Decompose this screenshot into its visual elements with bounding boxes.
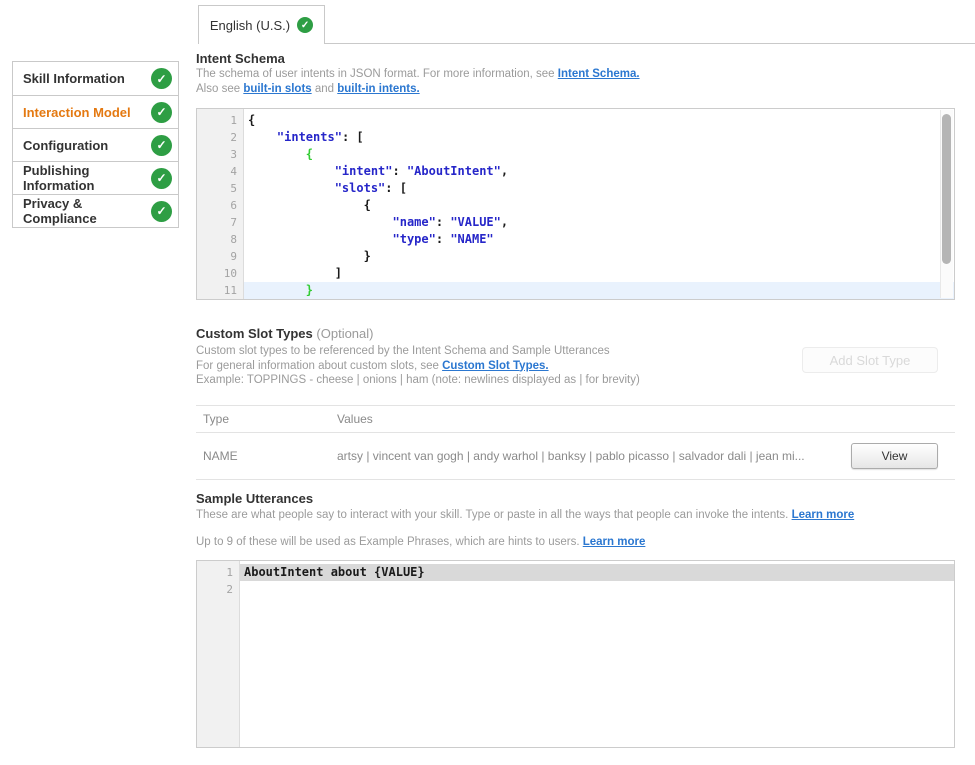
slot-type-cell: NAME	[196, 449, 337, 463]
intent-desc2-pre: Also see	[196, 83, 243, 95]
code-text: AboutIntent about {VALUE}	[240, 564, 954, 581]
code-line: 8 "type": "NAME"	[197, 231, 954, 248]
line-number: 2	[197, 129, 244, 146]
check-icon: ✓	[151, 102, 172, 123]
learn-more-link-1[interactable]: Learn more	[792, 509, 855, 521]
code-line: 5 "slots": [	[197, 180, 954, 197]
sample-utterances-title: Sample Utterances	[196, 491, 313, 506]
code-text: "slots": [	[244, 180, 954, 197]
code-text: "name": "VALUE",	[244, 214, 954, 231]
code-line: 2 "intents": [	[197, 129, 954, 146]
example-phrases-note: Up to 9 of these will be used as Example…	[196, 535, 645, 550]
line-number: 10	[197, 265, 244, 282]
code-line: 3 {	[197, 146, 954, 163]
sidebar-item-label: Privacy & Compliance	[23, 196, 151, 226]
line-number: 3	[197, 146, 244, 163]
intent-schema-title: Intent Schema	[196, 51, 285, 66]
sidebar-item-skill-information[interactable]: Skill Information ✓	[13, 62, 178, 95]
code-line: 2	[197, 581, 954, 598]
intent-desc2-mid: and	[312, 83, 338, 95]
sidebar-item-label: Configuration	[23, 138, 108, 153]
code-text: ]	[244, 265, 954, 282]
code-text: {	[244, 112, 954, 129]
editor-scrollbar[interactable]	[940, 110, 953, 298]
code-text: "intent": "AboutIntent",	[244, 163, 954, 180]
slot-table-body: NAMEartsy | vincent van gogh | andy warh…	[196, 433, 955, 480]
code-text: {	[244, 197, 954, 214]
tab-label: English (U.S.)	[210, 18, 290, 33]
custom-slot-types-description: Custom slot types to be referenced by th…	[196, 344, 640, 388]
line-number: 1	[197, 564, 240, 581]
line-number: 5	[197, 180, 244, 197]
line-number: 1	[197, 112, 244, 129]
sidebar-item-interaction-model[interactable]: Interaction Model ✓	[13, 95, 178, 128]
intent-schema-editor[interactable]: 1{2 "intents": [3 {4 "intent": "AboutInt…	[196, 108, 955, 300]
check-icon: ✓	[151, 68, 172, 89]
line-number: 11	[197, 282, 244, 299]
intent-schema-description: The schema of user intents in JSON forma…	[196, 67, 640, 96]
slot-table-header: Type Values	[196, 405, 955, 433]
intent-schema-link[interactable]: Intent Schema.	[558, 68, 640, 80]
sidebar-item-publishing-information[interactable]: Publishing Information✓	[13, 161, 178, 194]
built-in-slots-link[interactable]: built-in slots	[243, 83, 311, 95]
code-line: 11 }	[197, 282, 954, 299]
line-number: 8	[197, 231, 244, 248]
code-text: {	[244, 146, 954, 163]
sidebar: Skill Information✓Interaction Model✓Conf…	[12, 61, 179, 228]
line-number: 6	[197, 197, 244, 214]
code-line: 9 }	[197, 248, 954, 265]
line-number: 4	[197, 163, 244, 180]
sidebar-item-label: Interaction Model	[23, 105, 131, 120]
code-line: 6 {	[197, 197, 954, 214]
check-icon: ✓	[297, 17, 313, 33]
add-slot-type-button[interactable]: Add Slot Type	[802, 347, 938, 373]
sample-desc1-text: These are what people say to interact wi…	[196, 509, 792, 521]
scrollbar-thumb[interactable]	[942, 114, 951, 264]
custom-slot-types-link[interactable]: Custom Slot Types.	[442, 360, 549, 372]
built-in-intents-link[interactable]: built-in intents.	[337, 83, 419, 95]
code-text: "type": "NAME"	[244, 231, 954, 248]
line-number: 2	[197, 581, 240, 598]
custom-slot-types-title: Custom Slot Types (Optional)	[196, 326, 373, 341]
sidebar-item-label: Publishing Information	[23, 163, 151, 193]
sample-utterances-editor[interactable]: 1AboutIntent about {VALUE}2	[196, 560, 955, 748]
header-values: Values	[337, 412, 955, 426]
optional-label: (Optional)	[316, 326, 373, 341]
check-icon: ✓	[151, 201, 172, 222]
custom-desc-line1: Custom slot types to be referenced by th…	[196, 344, 640, 359]
sample-utterances-code: 1AboutIntent about {VALUE}2	[197, 561, 954, 598]
intent-schema-code: 1{2 "intents": [3 {4 "intent": "AboutInt…	[197, 109, 954, 299]
check-icon: ✓	[151, 135, 172, 156]
view-button[interactable]: View	[851, 443, 938, 469]
header-type: Type	[196, 412, 337, 426]
code-text	[240, 581, 954, 598]
custom-desc-line3: Example: TOPPINGS - cheese | onions | ha…	[196, 373, 640, 388]
sample-utterances-description: These are what people say to interact wi…	[196, 508, 854, 523]
custom-desc-line2-pre: For general information about custom slo…	[196, 360, 442, 372]
sidebar-item-label: Skill Information	[23, 71, 125, 86]
code-line: 1{	[197, 112, 954, 129]
code-line: 10 ]	[197, 265, 954, 282]
line-number: 9	[197, 248, 244, 265]
learn-more-link-2[interactable]: Learn more	[583, 536, 646, 548]
sidebar-item-configuration[interactable]: Configuration ✓	[13, 128, 178, 161]
code-text: }	[244, 248, 954, 265]
line-number: 7	[197, 214, 244, 231]
code-text: }	[244, 282, 954, 299]
check-icon: ✓	[151, 168, 172, 189]
code-line: 4 "intent": "AboutIntent",	[197, 163, 954, 180]
sample-desc2-text: Up to 9 of these will be used as Example…	[196, 536, 583, 548]
intent-desc-text: The schema of user intents in JSON forma…	[196, 68, 558, 80]
sidebar-item-privacy-compliance[interactable]: Privacy & Compliance✓	[13, 194, 178, 227]
table-row: NAMEartsy | vincent van gogh | andy warh…	[196, 433, 955, 480]
custom-slot-table: Type Values NAMEartsy | vincent van gogh…	[196, 405, 955, 480]
tab-english-us[interactable]: English (U.S.) ✓	[198, 5, 325, 44]
code-text: "intents": [	[244, 129, 954, 146]
code-line: 7 "name": "VALUE",	[197, 214, 954, 231]
code-line: 1AboutIntent about {VALUE}	[197, 564, 954, 581]
custom-slot-types-label: Custom Slot Types	[196, 326, 313, 341]
